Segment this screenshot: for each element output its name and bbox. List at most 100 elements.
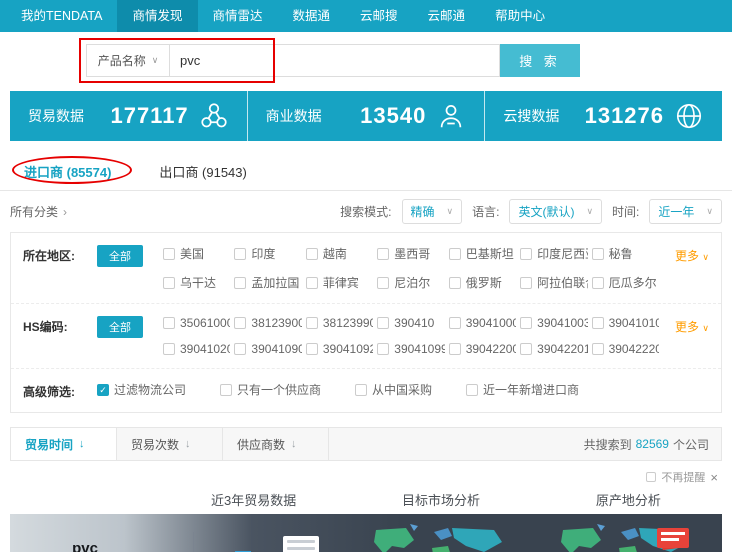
- checkbox-icon[interactable]: [306, 248, 318, 260]
- search-button[interactable]: 搜 索: [500, 44, 580, 77]
- region-checkbox-item[interactable]: 乌干达: [163, 274, 230, 291]
- region-checkbox-item[interactable]: 俄罗斯: [449, 274, 516, 291]
- checkbox-icon[interactable]: [449, 277, 461, 289]
- checkbox-icon[interactable]: [355, 384, 367, 396]
- language-select[interactable]: 英文(默认) ∨: [509, 199, 602, 224]
- checkbox-icon[interactable]: [520, 317, 532, 329]
- banner-titles: 近3年贸易数据 目标市场分析 原产地分析: [10, 487, 722, 514]
- advanced-checkbox-single-supplier[interactable]: 只有一个供应商: [220, 381, 321, 398]
- checkbox-icon[interactable]: [163, 248, 175, 260]
- checkbox-icon[interactable]: [377, 317, 389, 329]
- advanced-checkbox-filter-logistics[interactable]: ✓ 过滤物流公司: [97, 381, 186, 398]
- hscode-checkbox-item[interactable]: 390410: [377, 316, 444, 330]
- banner-body[interactable]: pvc 全球贸易分析: [10, 514, 722, 552]
- region-checkbox-item[interactable]: 菲律宾: [306, 274, 373, 291]
- nav-item-radar[interactable]: 商情雷达: [198, 0, 278, 32]
- checkbox-icon[interactable]: [520, 248, 532, 260]
- arrow-down-icon: ↓: [79, 438, 85, 450]
- filter-row-region: 所在地区: 全部 美国 印度 越南 墨西哥 巴基斯坦 印度尼西亚 秘鲁 乌干达 …: [11, 233, 721, 304]
- close-icon[interactable]: ×: [710, 470, 718, 485]
- checkbox-icon[interactable]: [377, 277, 389, 289]
- nav-item-cloudmail[interactable]: 云邮通: [413, 0, 481, 32]
- hscode-checkbox-item[interactable]: 39042201: [520, 342, 587, 356]
- hscode-checkbox-item[interactable]: 39041010: [592, 316, 659, 330]
- hscode-all-button[interactable]: 全部: [97, 316, 143, 338]
- checkbox-checked-icon[interactable]: ✓: [97, 384, 109, 396]
- checkbox-icon[interactable]: [449, 343, 461, 355]
- region-checkbox-item[interactable]: 厄瓜多尔: [592, 274, 659, 291]
- nav-item-my-tendata[interactable]: 我的TENDATA: [6, 0, 117, 32]
- hscode-more-link[interactable]: 更多 ∨: [659, 316, 709, 335]
- checkbox-icon[interactable]: [306, 277, 318, 289]
- tab-exporters[interactable]: 出口商 (91543): [157, 153, 248, 190]
- advanced-checkbox-new-importers[interactable]: 近一年新增进口商: [466, 381, 579, 398]
- region-checkbox-item[interactable]: 越南: [306, 245, 373, 262]
- analysis-banner[interactable]: 近3年贸易数据 目标市场分析 原产地分析 pvc 全球贸易分析: [10, 487, 722, 552]
- checkbox-icon[interactable]: [163, 277, 175, 289]
- hscode-checkbox-item[interactable]: 39041003: [520, 316, 587, 330]
- search-category-select[interactable]: 产品名称 ∨: [86, 44, 170, 77]
- checkbox-icon[interactable]: [163, 317, 175, 329]
- region-all-button[interactable]: 全部: [97, 245, 143, 267]
- checkbox-icon[interactable]: [592, 317, 604, 329]
- sort-trade-time[interactable]: 贸易时间 ↓: [11, 428, 117, 460]
- hscode-checkbox-item[interactable]: 39041020: [163, 342, 230, 356]
- nav-item-help[interactable]: 帮助中心: [480, 0, 560, 32]
- checkbox-icon[interactable]: [220, 384, 232, 396]
- checkbox-icon[interactable]: [377, 343, 389, 355]
- checkbox-icon[interactable]: [520, 277, 532, 289]
- checkbox-icon[interactable]: [592, 248, 604, 260]
- checkbox-icon[interactable]: [449, 317, 461, 329]
- hscode-checkbox-item[interactable]: 39041099: [377, 342, 444, 356]
- sort-trade-count[interactable]: 贸易次数 ↓: [117, 428, 223, 460]
- advanced-checkbox-from-china[interactable]: 从中国采购: [355, 381, 432, 398]
- stat-business-data[interactable]: 商业数据 13540: [247, 91, 485, 141]
- checkbox-icon[interactable]: [234, 277, 246, 289]
- region-checkbox-item[interactable]: 孟加拉国: [234, 274, 301, 291]
- checkbox-icon[interactable]: [449, 248, 461, 260]
- nav-item-datatong[interactable]: 数据通: [278, 0, 346, 32]
- nav-item-cloudmail-search[interactable]: 云邮搜: [345, 0, 413, 32]
- checkbox-icon[interactable]: [234, 248, 246, 260]
- result-count[interactable]: 82569: [636, 437, 669, 451]
- region-checkbox-item[interactable]: 巴基斯坦: [449, 245, 516, 262]
- checkbox-icon[interactable]: [234, 317, 246, 329]
- stat-cloud-search-data[interactable]: 云搜数据 131276: [484, 91, 722, 141]
- hscode-checkbox-item[interactable]: 39041092: [306, 342, 373, 356]
- hscode-checkbox-item[interactable]: 39042200: [449, 342, 516, 356]
- checkbox-icon[interactable]: [234, 343, 246, 355]
- checkbox-icon[interactable]: [306, 343, 318, 355]
- sort-supplier-count[interactable]: 供应商数 ↓: [223, 428, 329, 460]
- checkbox-icon[interactable]: [466, 384, 478, 396]
- hscode-checkbox-item[interactable]: 39042220: [592, 342, 659, 356]
- region-checkbox-item[interactable]: 美国: [163, 245, 230, 262]
- hscode-checkbox-item[interactable]: 39041090: [234, 342, 301, 356]
- nav-item-discovery[interactable]: 商情发现: [117, 0, 197, 32]
- time-select[interactable]: 近一年 ∨: [649, 199, 722, 224]
- checkbox-icon[interactable]: [306, 317, 318, 329]
- search-mode-select[interactable]: 精确 ∨: [402, 199, 463, 224]
- checkbox-icon[interactable]: [520, 343, 532, 355]
- checkbox-icon[interactable]: [163, 343, 175, 355]
- region-checkbox-item[interactable]: 印度尼西亚: [520, 245, 587, 262]
- region-more-link[interactable]: 更多 ∨: [659, 245, 709, 264]
- checkbox-icon[interactable]: [592, 277, 604, 289]
- hscode-checkbox-item[interactable]: 38123990: [306, 316, 373, 330]
- advanced-item-label: 过滤物流公司: [114, 381, 186, 398]
- hscode-checkbox-item[interactable]: 38123900: [234, 316, 301, 330]
- stat-trade-data[interactable]: 贸易数据 177117: [10, 91, 247, 141]
- search-input[interactable]: [170, 44, 500, 77]
- region-checkbox-item[interactable]: 墨西哥: [377, 245, 444, 262]
- checkbox-icon[interactable]: [592, 343, 604, 355]
- region-items: 美国 印度 越南 墨西哥 巴基斯坦 印度尼西亚 秘鲁 乌干达 孟加拉国 菲律宾 …: [163, 245, 659, 291]
- dismiss-checkbox[interactable]: [646, 472, 656, 482]
- hscode-checkbox-item[interactable]: 39041000: [449, 316, 516, 330]
- tab-importers[interactable]: 进口商 (85574): [22, 153, 113, 190]
- checkbox-icon[interactable]: [377, 248, 389, 260]
- region-checkbox-item[interactable]: 秘鲁: [592, 245, 659, 262]
- region-checkbox-item[interactable]: 尼泊尔: [377, 274, 444, 291]
- region-checkbox-item[interactable]: 阿拉伯联合...: [520, 274, 587, 291]
- breadcrumb[interactable]: 所有分类 ›: [10, 203, 67, 220]
- region-checkbox-item[interactable]: 印度: [234, 245, 301, 262]
- hscode-checkbox-item[interactable]: 35061000: [163, 316, 230, 330]
